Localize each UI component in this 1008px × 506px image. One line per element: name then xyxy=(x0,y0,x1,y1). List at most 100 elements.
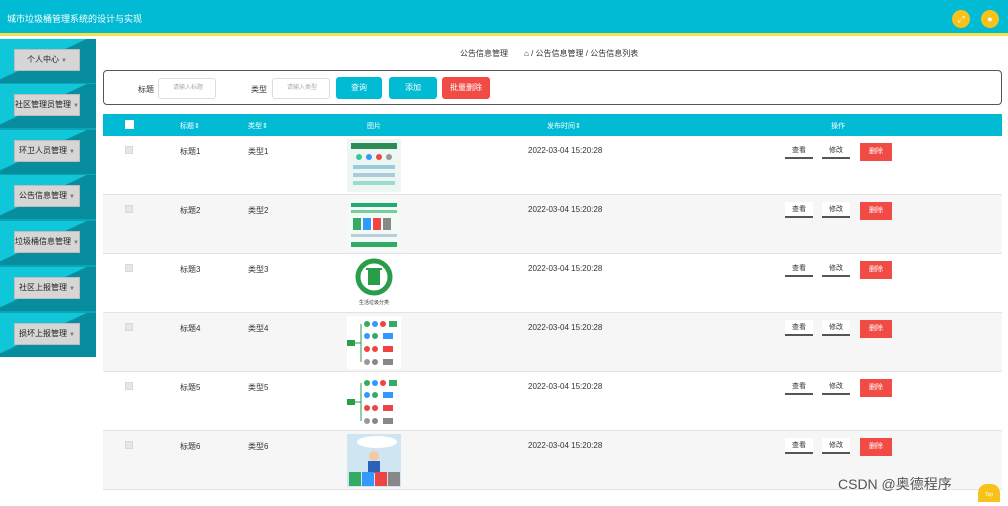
title-cell: 标题3 xyxy=(180,265,201,274)
view-button[interactable]: 查看 xyxy=(785,143,813,159)
sidebar-item-community-reports[interactable]: 社区上报管理 ▼ xyxy=(0,267,96,311)
sort-icon: ⇕ xyxy=(194,123,200,130)
sidebar-item-damage-reports[interactable]: 损坏上报管理 ▼ xyxy=(0,313,96,357)
batch-delete-button[interactable]: 批量删除 xyxy=(442,77,490,99)
type-cell: 类型1 xyxy=(248,147,269,156)
delete-button[interactable]: 删除 xyxy=(860,320,892,338)
edit-button[interactable]: 修改 xyxy=(822,261,850,277)
user-icon[interactable]: ● xyxy=(981,10,999,28)
publish-time-cell: 2022-03-04 15:20:28 xyxy=(528,264,603,273)
publish-time-cell: 2022-03-04 15:20:28 xyxy=(528,205,603,214)
sidebar-item-label: 垃圾桶信息管理 xyxy=(15,237,72,246)
delete-button[interactable]: 删除 xyxy=(860,202,892,220)
delete-button[interactable]: 删除 xyxy=(860,438,892,456)
type-cell: 类型3 xyxy=(248,265,269,274)
title-cell: 标题2 xyxy=(180,206,201,215)
row-checkbox[interactable] xyxy=(125,323,133,331)
view-button[interactable]: 查看 xyxy=(785,261,813,277)
sidebar-item-label: 个人中心 xyxy=(27,55,60,64)
sidebar-item-sanitation-staff[interactable]: 环卫人员管理 ▼ xyxy=(0,130,96,174)
sidebar-item-announcements[interactable]: 公告信息管理 ▼ xyxy=(0,175,96,219)
image-caption: 生活垃圾分类 xyxy=(358,300,389,306)
type-cell: 类型6 xyxy=(248,442,269,451)
delete-button[interactable]: 删除 xyxy=(860,143,892,161)
table-row: 标题1 类型1 2022-03-04 15:20:28 查看 修改 删除 xyxy=(103,136,1002,195)
announcement-image: 生活垃圾分类 xyxy=(347,257,401,310)
announcement-image xyxy=(347,139,401,192)
top-bar: 城市垃圾桶管理系统的设计与实现 ⤢ ● xyxy=(0,0,1008,36)
chevron-down-icon: ▼ xyxy=(69,286,75,292)
chevron-down-icon: ▼ xyxy=(61,58,67,64)
chevron-down-icon: ▼ xyxy=(73,103,79,109)
edit-button[interactable]: 修改 xyxy=(822,379,850,395)
view-button[interactable]: 查看 xyxy=(785,202,813,218)
announcement-image xyxy=(347,198,401,251)
column-header-type[interactable]: 类型⇕ xyxy=(248,121,268,131)
view-button[interactable]: 查看 xyxy=(785,379,813,395)
page-title: 公告信息管理 xyxy=(460,49,508,58)
back-to-top-button[interactable]: Top xyxy=(978,484,1000,502)
column-header-time[interactable]: 发布时间⇕ xyxy=(547,121,581,131)
edit-button[interactable]: 修改 xyxy=(822,202,850,218)
select-all-checkbox[interactable] xyxy=(125,120,134,129)
view-button[interactable]: 查看 xyxy=(785,438,813,454)
table-row: 标题3 类型3 生活垃圾分类 2022-03-04 15:20:28 查看 修改… xyxy=(103,254,1002,313)
column-header-actions: 操作 xyxy=(831,123,845,130)
publish-time-cell: 2022-03-04 15:20:28 xyxy=(528,441,603,450)
app-title: 城市垃圾桶管理系统的设计与实现 xyxy=(7,14,143,24)
sidebar-item-label: 环卫人员管理 xyxy=(19,146,68,155)
sidebar-item-trash-bins[interactable]: 垃圾桶信息管理 ▼ xyxy=(0,221,96,265)
sidebar-item-label: 社区管理员管理 xyxy=(15,100,72,109)
column-header-title[interactable]: 标题⇕ xyxy=(180,121,200,131)
title-label: 标题 xyxy=(138,85,154,94)
table-row: 标题4 类型4 2022-03-04 15:20:28 查看 修改 删除 xyxy=(103,313,1002,372)
row-checkbox[interactable] xyxy=(125,264,133,272)
sidebar-item-personal-center[interactable]: 个人中心 ▼ xyxy=(0,39,96,83)
announcement-image xyxy=(347,434,401,487)
chevron-down-icon: ▼ xyxy=(69,332,75,338)
table-row: 标题2 类型2 2022-03-04 15:20:28 查看 修改 删除 xyxy=(103,195,1002,254)
column-header-image: 图片 xyxy=(367,123,381,130)
announcement-image xyxy=(347,316,401,369)
home-icon[interactable]: ⌂ xyxy=(524,49,529,58)
publish-time-cell: 2022-03-04 15:20:28 xyxy=(528,323,603,332)
breadcrumb-path: / 公告信息管理 / 公告信息列表 xyxy=(531,49,639,58)
title-cell: 标题5 xyxy=(180,383,201,392)
chevron-down-icon: ▼ xyxy=(73,240,79,246)
publish-time-cell: 2022-03-04 15:20:28 xyxy=(528,382,603,391)
row-checkbox[interactable] xyxy=(125,382,133,390)
type-input[interactable]: 请输入类型 xyxy=(272,78,330,99)
type-label: 类型 xyxy=(251,85,267,94)
chevron-down-icon: ▼ xyxy=(69,194,75,200)
sidebar-item-label: 公告信息管理 xyxy=(19,191,68,200)
sidebar-item-label: 社区上报管理 xyxy=(19,283,68,292)
fullscreen-icon[interactable]: ⤢ xyxy=(952,10,970,28)
add-button[interactable]: 添加 xyxy=(389,77,437,99)
table-row: 标题5 类型5 2022-03-04 15:20:28 查看 修改 删除 xyxy=(103,372,1002,431)
table-header: 标题⇕ 类型⇕ 图片 发布时间⇕ 操作 xyxy=(103,114,1002,136)
watermark: CSDN @奥德程序 xyxy=(838,476,952,492)
query-button[interactable]: 查询 xyxy=(336,77,382,99)
edit-button[interactable]: 修改 xyxy=(822,320,850,336)
row-checkbox[interactable] xyxy=(125,205,133,213)
sort-icon: ⇕ xyxy=(262,123,268,130)
type-cell: 类型4 xyxy=(248,324,269,333)
search-form: 标题 请输入标题 类型 请输入类型 查询 添加 批量删除 xyxy=(103,70,1002,105)
edit-button[interactable]: 修改 xyxy=(822,438,850,454)
breadcrumb: 公告信息管理 ⌂ / 公告信息管理 / 公告信息列表 xyxy=(104,48,1002,62)
sidebar-item-label: 损坏上报管理 xyxy=(19,329,68,338)
sort-icon: ⇕ xyxy=(575,123,581,130)
row-checkbox[interactable] xyxy=(125,441,133,449)
delete-button[interactable]: 删除 xyxy=(860,379,892,397)
edit-button[interactable]: 修改 xyxy=(822,143,850,159)
chevron-down-icon: ▼ xyxy=(69,149,75,155)
publish-time-cell: 2022-03-04 15:20:28 xyxy=(528,146,603,155)
title-cell: 标题1 xyxy=(180,147,201,156)
type-cell: 类型2 xyxy=(248,206,269,215)
title-input[interactable]: 请输入标题 xyxy=(158,78,216,99)
type-cell: 类型5 xyxy=(248,383,269,392)
sidebar-item-community-admin[interactable]: 社区管理员管理 ▼ xyxy=(0,84,96,128)
view-button[interactable]: 查看 xyxy=(785,320,813,336)
row-checkbox[interactable] xyxy=(125,146,133,154)
delete-button[interactable]: 删除 xyxy=(860,261,892,279)
